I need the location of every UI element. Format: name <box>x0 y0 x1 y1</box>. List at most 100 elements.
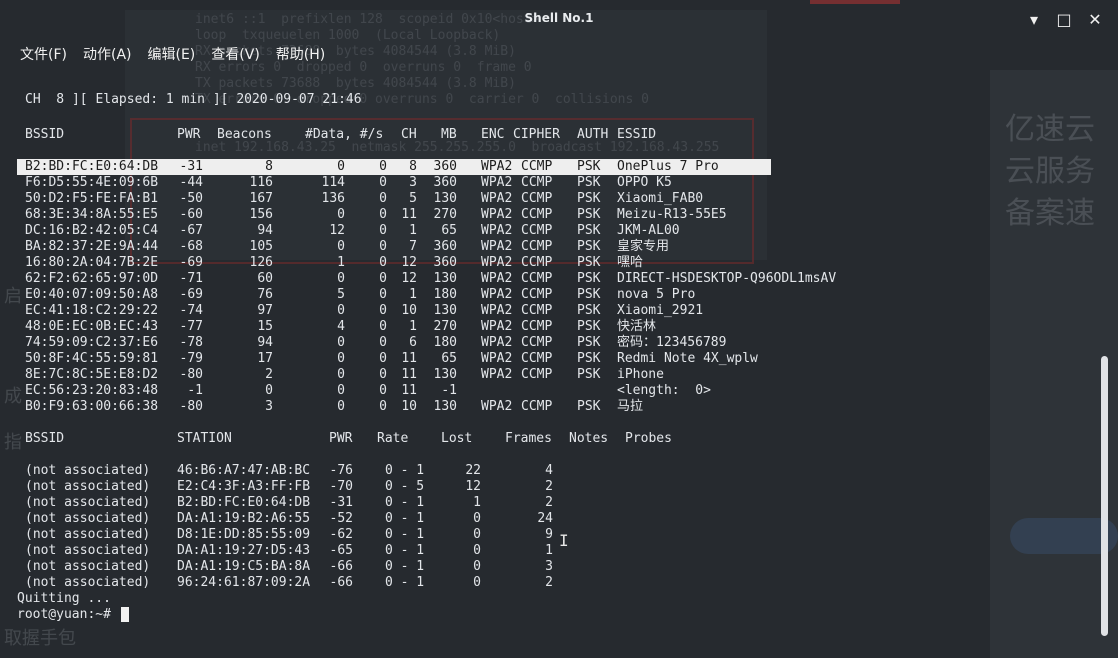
ap-row[interactable]: B2:BD:FC:E0:64:DB -31 8 0 0 8 360 WPA2 CCMP PSK On… <box>0 159 1000 175</box>
ap-cell: WPA2 <box>481 303 513 318</box>
ap-cell: 130 <box>433 367 457 382</box>
ap-cell: 15 <box>257 319 273 334</box>
ap-cell: 360 <box>433 255 457 270</box>
station-cell: 0 - 1 <box>385 575 425 590</box>
close-button[interactable]: ✕ <box>1085 10 1105 30</box>
station-row[interactable]: (not associated) 96:24:61:87:09:2A -66 0 - … <box>0 575 1000 591</box>
ap-cell: 0 <box>379 255 387 270</box>
ap-cell: -50 <box>179 191 203 206</box>
ap-cell: PSK <box>577 303 601 318</box>
ap-row[interactable]: EC:56:23:20:83:48 -1 0 0 0 11 -1 <length: 0> <box>0 383 1000 399</box>
maximize-button[interactable]: □ <box>1054 10 1074 30</box>
station-row[interactable]: (not associated) B2:BD:FC:E0:64:DB -31 0 - … <box>0 495 1000 511</box>
ap-cell: CCMP <box>521 287 553 302</box>
ap-cell: JKM-AL00 <box>617 223 680 238</box>
ap-cell: CCMP <box>521 175 553 190</box>
ap-cell: 0 <box>337 383 345 398</box>
column-header: BSSID <box>25 127 65 142</box>
ap-cell: WPA2 <box>481 399 513 414</box>
ap-row[interactable]: E0:40:07:09:50:A8 -69 76 5 0 1 180 WPA2 CCMP PSK n… <box>0 287 1000 303</box>
ap-cell: PSK <box>577 319 601 334</box>
station-cell: (not associated) <box>25 479 151 494</box>
ap-row[interactable]: 74:59:09:C2:37:E6 -78 94 0 0 6 180 WPA2 CCMP PSK 密… <box>0 335 1000 351</box>
title-bar[interactable]: Shell No.1 ▾ □ ✕ <box>0 0 1118 38</box>
ap-cell: WPA2 <box>481 271 513 286</box>
ap-cell: CCMP <box>521 399 553 414</box>
ap-cell: 8 <box>265 159 273 174</box>
station-cell: -76 <box>329 463 353 478</box>
ap-cell: 3 <box>265 399 273 414</box>
station-cell: 0 <box>473 575 481 590</box>
ap-row[interactable]: 68:3E:34:8A:55:E5 -60 156 0 0 11 270 WPA2 CCMP PS… <box>0 207 1000 223</box>
ap-row[interactable]: 50:8F:4C:55:59:81 -79 17 0 0 11 65 WPA2 CCMP PSK R… <box>0 351 1000 367</box>
ap-cell: 270 <box>433 319 457 334</box>
minimize-button[interactable]: ▾ <box>1024 10 1044 30</box>
ap-cell: 0 <box>379 367 387 382</box>
ap-cell: 16:80:2A:04:7B:2E <box>25 255 159 270</box>
ap-cell: <length: 0> <box>617 383 711 398</box>
menu-edit[interactable]: 编辑(E) <box>140 42 204 66</box>
ap-cell: -80 <box>179 367 203 382</box>
ap-row[interactable]: 50:D2:F5:FE:FA:B1 -50 167 136 0 5 130 WPA2 CCMP P… <box>0 191 1000 207</box>
ap-row[interactable]: 48:0E:EC:0B:EC:43 -77 15 4 0 1 270 WPA2 CCMP PSK 快… <box>0 319 1000 335</box>
ap-cell: 马拉 <box>617 399 644 414</box>
ap-cell: 5 <box>409 191 417 206</box>
station-cell: DA:A1:19:B2:A6:55 <box>177 511 311 526</box>
terminal-window: inet6 ::1 prefixlen 128 scopeid 0x10<hos… <box>0 0 1118 658</box>
ap-cell: CCMP <box>521 223 553 238</box>
column-header: PWR <box>177 127 201 142</box>
ap-cell: PSK <box>577 335 601 350</box>
station-cell: -65 <box>329 543 353 558</box>
menu-file[interactable]: 文件(F) <box>12 42 75 66</box>
station-cell: -31 <box>329 495 353 510</box>
ap-cell: PSK <box>577 367 601 382</box>
ap-row[interactable]: EC:41:18:C2:29:22 -74 97 0 0 10 130 WPA2 CCMP PSK… <box>0 303 1000 319</box>
ap-cell: 10 <box>401 303 417 318</box>
ap-cell: BA:82:37:2E:9A:44 <box>25 239 159 254</box>
terminal-output[interactable]: CH 8 ][ Elapsed: 1 min ][ 2020-09-07 21:… <box>0 84 1100 644</box>
ap-row[interactable]: 8E:7C:8C:5E:E8:D2 -80 2 0 0 11 130 WPA2 CCMP PSK i… <box>0 367 1000 383</box>
station-cell: -66 <box>329 575 353 590</box>
ap-cell: CCMP <box>521 159 553 174</box>
ap-cell: Redmi Note 4X_wplw <box>617 351 758 366</box>
ap-cell: WPA2 <box>481 335 513 350</box>
ap-row[interactable]: F6:D5:55:4E:09:6B -44 116 114 0 3 360 WPA2 CCMP P… <box>0 175 1000 191</box>
station-cell: 9 <box>545 527 553 542</box>
ap-row[interactable]: DC:16:B2:42:05:C4 -67 94 12 0 1 65 WPA2 CCMP PSK J… <box>0 223 1000 239</box>
ap-cell: PSK <box>577 287 601 302</box>
station-row[interactable]: (not associated) 46:B6:A7:47:AB:BC -76 0 - … <box>0 463 1000 479</box>
ap-cell: 1 <box>409 319 417 334</box>
ap-cell: 11 <box>401 367 417 382</box>
station-row[interactable]: (not associated) D8:1E:DD:85:55:09 -62 0 - … <box>0 527 1000 543</box>
shell-prompt[interactable]: root@yuan:~# <box>17 607 119 623</box>
station-cell: 0 - 5 <box>385 479 425 494</box>
ap-cell: 0 <box>379 319 387 334</box>
ap-cell: 0 <box>379 207 387 222</box>
ap-cell: 密码：123456789 <box>617 335 727 350</box>
ap-row[interactable]: BA:82:37:2E:9A:44 -68 105 0 0 7 360 WPA2 CCMP PSK… <box>0 239 1000 255</box>
station-cell: (not associated) <box>25 559 151 574</box>
ap-cell: WPA2 <box>481 191 513 206</box>
ap-row[interactable]: 16:80:2A:04:7B:2E -69 126 1 0 12 360 WPA2 CCMP PS… <box>0 255 1000 271</box>
ap-cell: CCMP <box>521 367 553 382</box>
ap-cell: 2 <box>265 367 273 382</box>
ap-cell: Meizu-R13-55E5 <box>617 207 727 222</box>
menu-help[interactable]: 帮助(H) <box>268 42 333 66</box>
station-cell: 12 <box>465 479 481 494</box>
ap-cell: PSK <box>577 207 601 222</box>
ap-cell: CCMP <box>521 303 553 318</box>
menu-action[interactable]: 动作(A) <box>75 42 140 66</box>
station-row[interactable]: (not associated) DA:A1:19:C5:BA:8A -66 0 - … <box>0 559 1000 575</box>
station-row[interactable]: (not associated) E2:C4:3F:A3:FF:FB -70 0 - … <box>0 479 1000 495</box>
ap-row[interactable]: B0:F9:63:00:66:38 -80 3 0 0 10 130 WPA2 CCMP PSK 马… <box>0 399 1000 415</box>
ap-cell: 180 <box>433 287 457 302</box>
ap-cell: OnePlus 7 Pro <box>617 159 719 174</box>
menu-view[interactable]: 查看(V) <box>203 42 268 66</box>
scrollbar-thumb[interactable] <box>1101 356 1108 636</box>
ap-cell: E0:40:07:09:50:A8 <box>25 287 159 302</box>
column-header: Frames <box>505 431 552 446</box>
station-row[interactable]: (not associated) DA:A1:19:B2:A6:55 -52 0 - … <box>0 511 1000 527</box>
station-row[interactable]: (not associated) DA:A1:19:27:D5:43 -65 0 - … <box>0 543 1000 559</box>
ap-row[interactable]: 62:F2:62:65:97:0D -71 60 0 0 12 130 WPA2 CCMP PSK… <box>0 271 1000 287</box>
ap-cell: 97 <box>257 303 273 318</box>
